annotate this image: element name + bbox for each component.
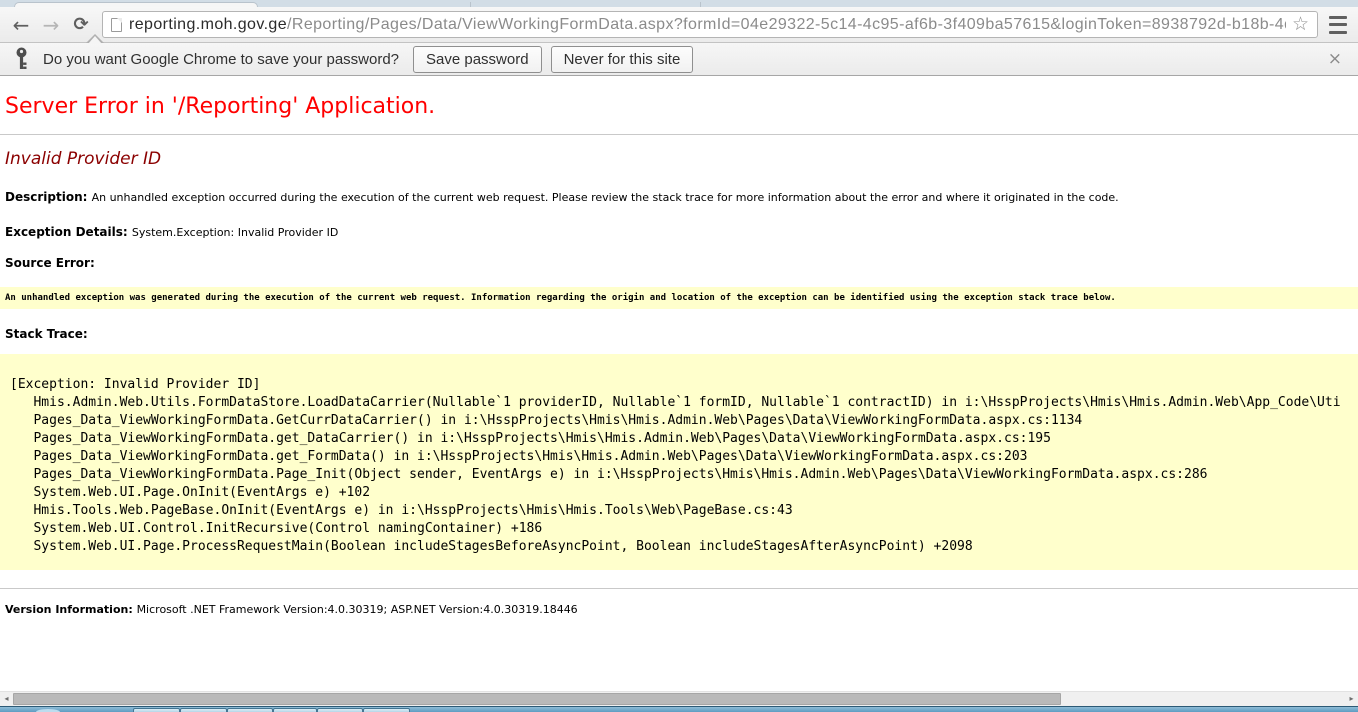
exception-details-text: System.Exception: Invalid Provider ID [132,226,338,239]
key-icon [14,47,29,71]
taskbar-button[interactable] [133,708,180,712]
error-page: Server Error in '/Reporting' Application… [0,76,1358,691]
bookmark-star-icon[interactable]: ☆ [1290,13,1311,36]
scroll-right-icon[interactable]: ▸ [1345,692,1358,706]
save-password-button[interactable]: Save password [413,46,542,73]
error-subtitle: Invalid Provider ID [5,148,1358,170]
description-text: An unhandled exception occurred during t… [92,191,1119,204]
browser-toolbar: ← → ⟳ reporting.moh.gov.ge/Reporting/Pag… [0,7,1358,43]
never-for-this-site-button[interactable]: Never for this site [551,46,694,73]
infobar-message: Do you want Google Chrome to save your p… [43,51,399,68]
taskbar-button[interactable] [363,708,410,712]
version-information-text: Microsoft .NET Framework Version:4.0.303… [137,603,578,616]
taskbar-button[interactable] [180,708,227,712]
back-button[interactable]: ← [8,12,34,38]
scrollbar-thumb[interactable] [13,693,1061,705]
menu-icon[interactable] [1326,12,1350,38]
version-information-label: Version Information: [5,603,137,616]
url-path: /Reporting/Pages/Data/ViewWorkingFormDat… [287,16,1286,33]
scroll-left-icon[interactable]: ◂ [0,692,13,706]
close-icon[interactable]: × [1322,51,1348,68]
divider [0,588,1358,589]
taskbar-edge[interactable] [0,706,1358,712]
taskbar-button[interactable] [273,708,317,712]
taskbar-button[interactable] [227,708,273,712]
url-domain: reporting.moh.gov.ge [129,16,287,33]
source-error-label: Source Error: [5,256,1358,271]
description-label: Description: [5,190,92,204]
stack-trace-box: [Exception: Invalid Provider ID] Hmis.Ad… [0,354,1358,570]
taskbar-button[interactable] [317,708,363,712]
forward-button[interactable]: → [38,12,64,38]
stack-trace-label: Stack Trace: [5,327,1358,342]
exception-details-line: Exception Details: System.Exception: Inv… [5,225,1358,240]
tab-strip [0,0,1358,7]
page-icon[interactable] [111,18,122,32]
description-line: Description: An unhandled exception occu… [5,190,1358,205]
save-password-infobar: Do you want Google Chrome to save your p… [0,43,1358,76]
page-title: Server Error in '/Reporting' Application… [5,94,1358,120]
url-text[interactable]: reporting.moh.gov.ge/Reporting/Pages/Dat… [129,16,1286,34]
divider [0,134,1358,135]
source-error-box: An unhandled exception was generated dur… [0,287,1358,309]
horizontal-scrollbar[interactable]: ◂ ▸ [0,691,1358,706]
version-information-line: Version Information: Microsoft .NET Fram… [5,603,1358,617]
exception-details-label: Exception Details: [5,225,132,239]
address-bar[interactable]: reporting.moh.gov.ge/Reporting/Pages/Dat… [102,11,1318,38]
